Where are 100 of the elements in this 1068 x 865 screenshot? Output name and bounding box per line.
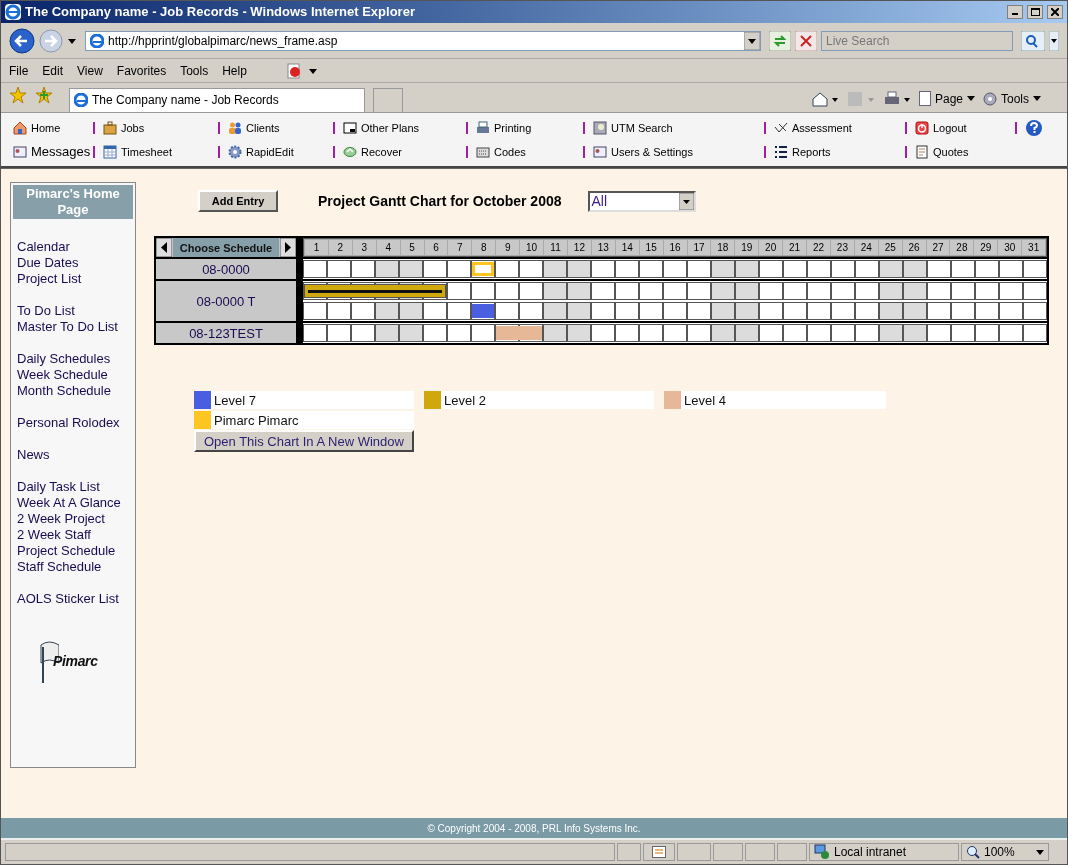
sidebar-link[interactable]: AOLS Sticker List — [17, 591, 119, 608]
menu-item[interactable]: View — [77, 61, 103, 80]
day-cell — [735, 324, 759, 343]
nav-link[interactable]: Clients — [228, 119, 280, 137]
menu-item[interactable]: Help — [222, 61, 247, 80]
caret-icon[interactable] — [744, 31, 760, 50]
day-cell — [879, 282, 903, 301]
close-button[interactable] — [1047, 4, 1063, 19]
sidebar-link[interactable]: Week At A Glance — [17, 495, 121, 512]
caret-icon[interactable] — [1049, 30, 1059, 51]
sidebar-link[interactable]: Month Schedule — [17, 383, 111, 400]
menu-item[interactable]: Tools — [180, 61, 209, 80]
power-icon — [915, 120, 929, 135]
sidebar-link[interactable]: Daily Schedules — [17, 351, 111, 368]
security-zone[interactable]: Local intranet — [809, 843, 959, 862]
day-cell — [375, 302, 399, 321]
day-header: 6 — [424, 240, 448, 256]
chart-heading: Project Gantt Chart for October 2008 — [318, 191, 562, 211]
command-button[interactable]: Page — [918, 89, 975, 108]
sidebar-link[interactable]: Week Schedule — [17, 367, 108, 384]
nav-link[interactable]: Messages — [13, 142, 91, 162]
favorites-star-icon[interactable] — [9, 85, 27, 104]
nav-link[interactable]: Reports — [774, 143, 831, 161]
browser-tab[interactable]: The Company name - Job Records — [69, 87, 365, 112]
printer-icon[interactable] — [882, 90, 911, 107]
document-icon — [915, 144, 929, 159]
day-header: 23 — [830, 240, 854, 256]
sidebar-link[interactable]: Personal Rolodex — [17, 415, 120, 432]
project-label[interactable]: 08-0000 T — [156, 281, 296, 322]
sidebar-link[interactable]: Project Schedule — [17, 543, 116, 560]
nav-link[interactable]: Recover — [343, 143, 402, 161]
sidebar-link[interactable]: Project List — [17, 271, 82, 288]
status-panel — [777, 843, 807, 862]
sidebar-link[interactable]: To Do List — [17, 303, 75, 320]
nav-link[interactable]: Printing — [476, 119, 532, 137]
day-cell — [903, 324, 927, 343]
nav-link[interactable]: Codes — [476, 143, 526, 161]
day-header: 2 — [328, 240, 352, 256]
day-cell — [735, 282, 759, 301]
sidebar-link[interactable]: Due Dates — [17, 255, 79, 272]
next-icon[interactable] — [280, 238, 296, 258]
nav-link[interactable]: RapidEdit — [228, 143, 294, 161]
sidebar-link[interactable]: Staff Schedule — [17, 559, 102, 576]
caret-icon[interactable] — [308, 66, 317, 75]
menu-item[interactable]: Edit — [42, 61, 64, 80]
schedule-bar[interactable] — [423, 284, 446, 299]
minimize-button[interactable] — [1007, 4, 1023, 19]
briefcase-icon — [103, 120, 117, 135]
stop-icon[interactable] — [795, 30, 817, 51]
refresh-icon[interactable] — [769, 30, 791, 51]
back-icon[interactable] — [9, 27, 35, 54]
logo: Pimarc — [39, 639, 98, 684]
sidebar-link[interactable]: Master To Do List — [17, 319, 118, 336]
schedule-bar[interactable] — [304, 284, 327, 299]
menu-item[interactable]: File — [9, 61, 29, 80]
help-icon[interactable] — [1025, 118, 1043, 137]
day-header: 30 — [998, 240, 1022, 256]
nav-link[interactable]: Jobs — [103, 119, 145, 137]
day-header: 9 — [496, 240, 520, 256]
network-icon — [814, 844, 830, 861]
nav-link[interactable]: Home — [13, 119, 61, 137]
nav-link[interactable]: Logout — [915, 119, 967, 137]
search-field[interactable]: Live Search — [821, 30, 1013, 51]
nav-link[interactable]: Quotes — [915, 143, 969, 161]
status-panel — [677, 843, 711, 862]
caret-icon — [678, 192, 694, 210]
nav-link[interactable]: Timesheet — [103, 143, 172, 161]
people-icon — [228, 120, 242, 135]
nav-link[interactable]: Assessment — [774, 119, 852, 137]
day-cell — [399, 302, 423, 321]
nav-link[interactable]: Users & Settings — [593, 143, 693, 161]
search-icon[interactable] — [1021, 30, 1045, 51]
maximize-button[interactable] — [1027, 4, 1043, 19]
day-cell — [543, 282, 567, 301]
sidebar-link[interactable]: Daily Task List — [17, 479, 100, 496]
open-new-window-button[interactable]: Open This Chart In A New Window — [194, 430, 414, 453]
choose-schedule-button[interactable]: Choose Schedule — [173, 238, 279, 258]
project-label[interactable]: 08-0000 — [156, 259, 296, 280]
day-header: 10 — [520, 240, 544, 256]
day-cell — [399, 324, 423, 343]
minimize-icon — [1012, 13, 1018, 16]
day-header: 16 — [663, 240, 687, 256]
sidebar-link[interactable]: 2 Week Project — [17, 511, 105, 528]
pdf-icon[interactable] — [284, 61, 303, 80]
nav-link[interactable]: Other Plans — [343, 119, 420, 137]
nav-link[interactable]: UTM Search — [593, 119, 673, 137]
sidebar-link[interactable]: 2 Week Staff — [17, 527, 91, 544]
project-label[interactable]: 08-123TEST — [156, 323, 296, 344]
zoom-control[interactable]: 100% — [961, 843, 1049, 862]
previous-icon[interactable] — [156, 238, 172, 258]
zoom-icon — [966, 845, 980, 860]
day-header: 25 — [878, 240, 902, 256]
address-field[interactable]: http://hpprint/globalpimarc/news_frame.asp — [85, 30, 761, 51]
home-icon[interactable] — [810, 90, 839, 107]
filter-dropdown[interactable]: All — [587, 190, 696, 212]
menu-item[interactable]: Favorites — [116, 61, 167, 80]
add-entry-button[interactable]: Add Entry — [198, 190, 278, 213]
command-button[interactable]: Tools — [983, 89, 1041, 108]
sidebar-link[interactable]: News — [17, 447, 50, 464]
sidebar-link[interactable]: Calendar — [17, 239, 70, 256]
